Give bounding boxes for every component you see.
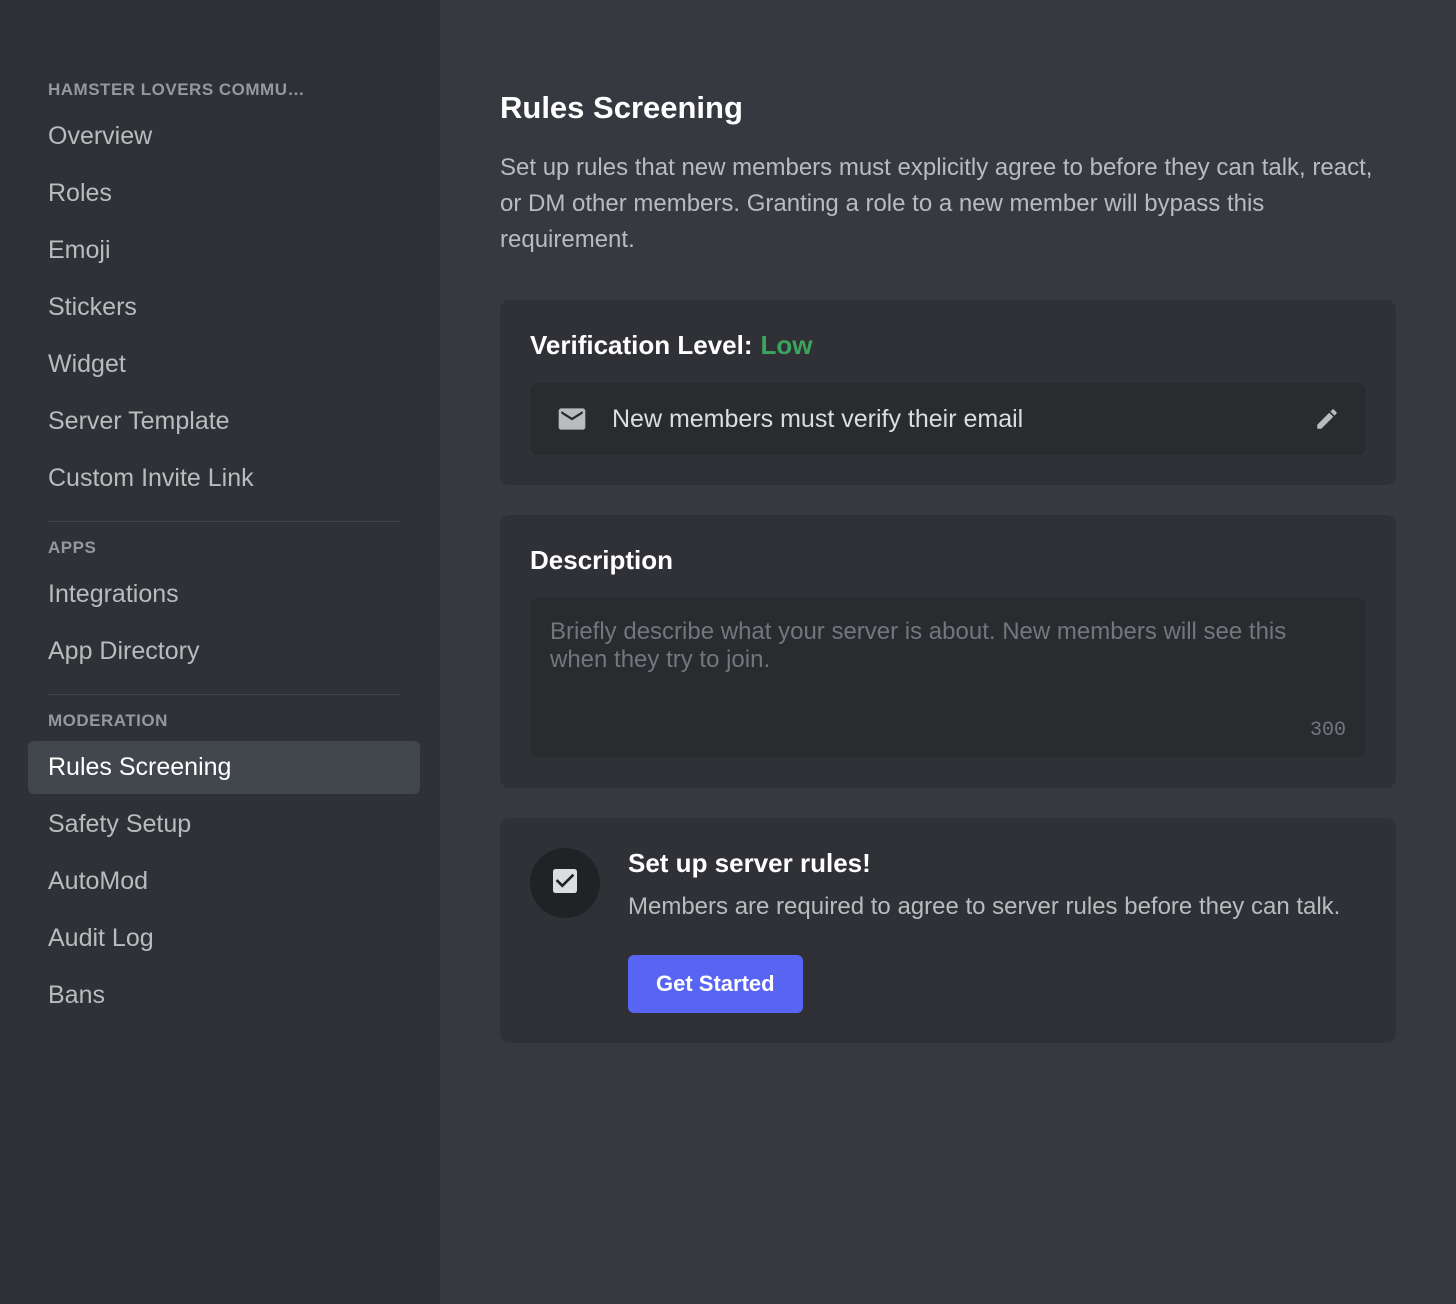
rules-icon-circle — [530, 848, 600, 918]
rules-setup-description: Members are required to agree to server … — [628, 889, 1366, 925]
main-content: Rules Screening Set up rules that new me… — [440, 0, 1456, 1304]
character-count: 300 — [1310, 719, 1346, 742]
sidebar-item-app-directory[interactable]: App Directory — [28, 625, 420, 678]
sidebar-item-roles[interactable]: Roles — [28, 167, 420, 220]
section-header-moderation: MODERATION — [28, 711, 420, 741]
verification-requirement-box: New members must verify their email — [530, 383, 1366, 455]
edit-icon[interactable] — [1314, 406, 1340, 432]
page-description: Set up rules that new members must expli… — [500, 150, 1396, 258]
sidebar-item-custom-invite-link[interactable]: Custom Invite Link — [28, 452, 420, 505]
sidebar-item-rules-screening[interactable]: Rules Screening — [28, 741, 420, 794]
description-textarea[interactable] — [550, 618, 1346, 718]
verification-requirement-text: New members must verify their email — [612, 405, 1023, 434]
sidebar-divider — [48, 521, 400, 522]
verification-level-row: Verification Level: Low — [530, 330, 1366, 361]
sidebar-item-integrations[interactable]: Integrations — [28, 568, 420, 621]
rules-content: Set up server rules! Members are require… — [628, 848, 1366, 1013]
rules-setup-card: Set up server rules! Members are require… — [500, 818, 1396, 1043]
sidebar-divider — [48, 694, 400, 695]
verification-content: New members must verify their email — [556, 403, 1023, 435]
sidebar-item-server-template[interactable]: Server Template — [28, 395, 420, 448]
page-title: Rules Screening — [500, 90, 1396, 126]
description-input-box: 300 — [530, 598, 1366, 758]
sidebar-item-widget[interactable]: Widget — [28, 338, 420, 391]
sidebar-item-automod[interactable]: AutoMod — [28, 855, 420, 908]
verification-level-label: Verification Level: — [530, 330, 753, 361]
verification-card: Verification Level: Low New members must… — [500, 300, 1396, 485]
description-card: Description 300 — [500, 515, 1396, 788]
sidebar-item-overview[interactable]: Overview — [28, 110, 420, 163]
sidebar: HAMSTER LOVERS COMMU… Overview Roles Emo… — [0, 0, 440, 1304]
verification-level-value: Low — [761, 330, 813, 361]
email-icon — [556, 403, 588, 435]
rules-checklist-icon — [549, 865, 581, 902]
sidebar-item-audit-log[interactable]: Audit Log — [28, 912, 420, 965]
sidebar-item-bans[interactable]: Bans — [28, 969, 420, 1022]
rules-setup-title: Set up server rules! — [628, 848, 1366, 879]
sidebar-item-emoji[interactable]: Emoji — [28, 224, 420, 277]
description-label: Description — [530, 545, 1366, 576]
get-started-button[interactable]: Get Started — [628, 955, 803, 1013]
sidebar-item-stickers[interactable]: Stickers — [28, 281, 420, 334]
server-name-header: HAMSTER LOVERS COMMU… — [28, 80, 420, 110]
section-header-apps: APPS — [28, 538, 420, 568]
sidebar-item-safety-setup[interactable]: Safety Setup — [28, 798, 420, 851]
